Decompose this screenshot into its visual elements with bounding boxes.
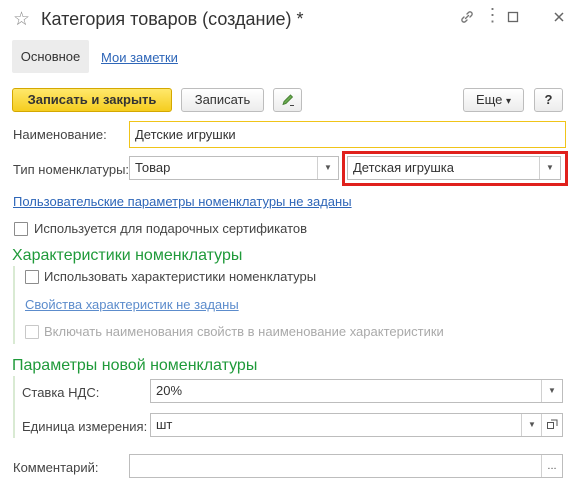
close-icon[interactable] bbox=[550, 9, 568, 27]
comment-input[interactable]: ... bbox=[129, 454, 563, 478]
type-value: Товар bbox=[135, 160, 171, 175]
gift-cert-label: Используется для подарочных сертификатов bbox=[34, 221, 308, 236]
gift-cert-checkbox[interactable] bbox=[14, 222, 28, 236]
link-icon[interactable] bbox=[458, 9, 476, 27]
more-button[interactable]: Еще ▾ bbox=[463, 88, 524, 112]
star-icon[interactable]: ☆ bbox=[13, 8, 30, 31]
help-button[interactable]: ? bbox=[534, 88, 563, 112]
user-params-link[interactable]: Пользовательские параметры номенклатуры … bbox=[13, 194, 352, 209]
type-label: Тип номенклатуры: bbox=[13, 162, 130, 177]
vat-select[interactable]: 20% ▼ bbox=[150, 379, 563, 403]
unit-value: шт bbox=[156, 417, 173, 432]
more-icon[interactable]: ⋮ bbox=[483, 6, 502, 24]
pencil-icon bbox=[280, 94, 296, 111]
use-characteristics-label: Использовать характеристики номенклатуры bbox=[44, 269, 317, 284]
characteristics-heading: Характеристики номенклатуры bbox=[12, 247, 243, 264]
chevron-down-icon[interactable]: ▼ bbox=[521, 414, 542, 436]
props-link[interactable]: Свойства характеристик не заданы bbox=[25, 297, 239, 312]
vat-value: 20% bbox=[156, 383, 183, 398]
window-title: Категория товаров (создание) * bbox=[41, 9, 304, 29]
section-divider bbox=[13, 376, 15, 438]
chevron-down-icon[interactable]: ▼ bbox=[317, 157, 338, 179]
tab-main[interactable]: Основное bbox=[12, 40, 89, 73]
comment-select-button[interactable]: ... bbox=[541, 455, 562, 477]
include-names-checkbox bbox=[25, 325, 39, 339]
use-characteristics-checkbox[interactable] bbox=[25, 270, 39, 284]
tab-notes[interactable]: Мои заметки bbox=[101, 50, 178, 65]
chevron-down-icon[interactable]: ▼ bbox=[539, 157, 560, 179]
chevron-down-icon[interactable]: ▼ bbox=[541, 380, 562, 402]
section-divider bbox=[13, 266, 15, 344]
new-params-heading: Параметры новой номенклатуры bbox=[12, 357, 258, 374]
unit-select[interactable]: шт ▼ bbox=[150, 413, 563, 437]
include-names-label: Включать наименования свойств в наименов… bbox=[44, 324, 444, 339]
edit-button[interactable] bbox=[273, 88, 302, 112]
chevron-down-icon: ▾ bbox=[506, 96, 512, 107]
kind-select[interactable]: Детская игрушка ▼ bbox=[347, 156, 561, 180]
minimize-icon[interactable] bbox=[504, 9, 522, 27]
open-icon[interactable] bbox=[541, 414, 562, 436]
save-button[interactable]: Записать bbox=[181, 88, 264, 112]
comment-label: Комментарий: bbox=[13, 460, 99, 475]
name-label: Наименование: bbox=[13, 127, 107, 142]
name-input[interactable]: Детские игрушки bbox=[129, 121, 566, 148]
kind-value: Детская игрушка bbox=[353, 160, 454, 175]
save-close-button[interactable]: Записать и закрыть bbox=[12, 88, 172, 112]
type-select[interactable]: Товар ▼ bbox=[129, 156, 339, 180]
vat-label: Ставка НДС: bbox=[22, 385, 100, 400]
unit-label: Единица измерения: bbox=[22, 419, 148, 434]
more-label: Еще bbox=[475, 92, 503, 107]
